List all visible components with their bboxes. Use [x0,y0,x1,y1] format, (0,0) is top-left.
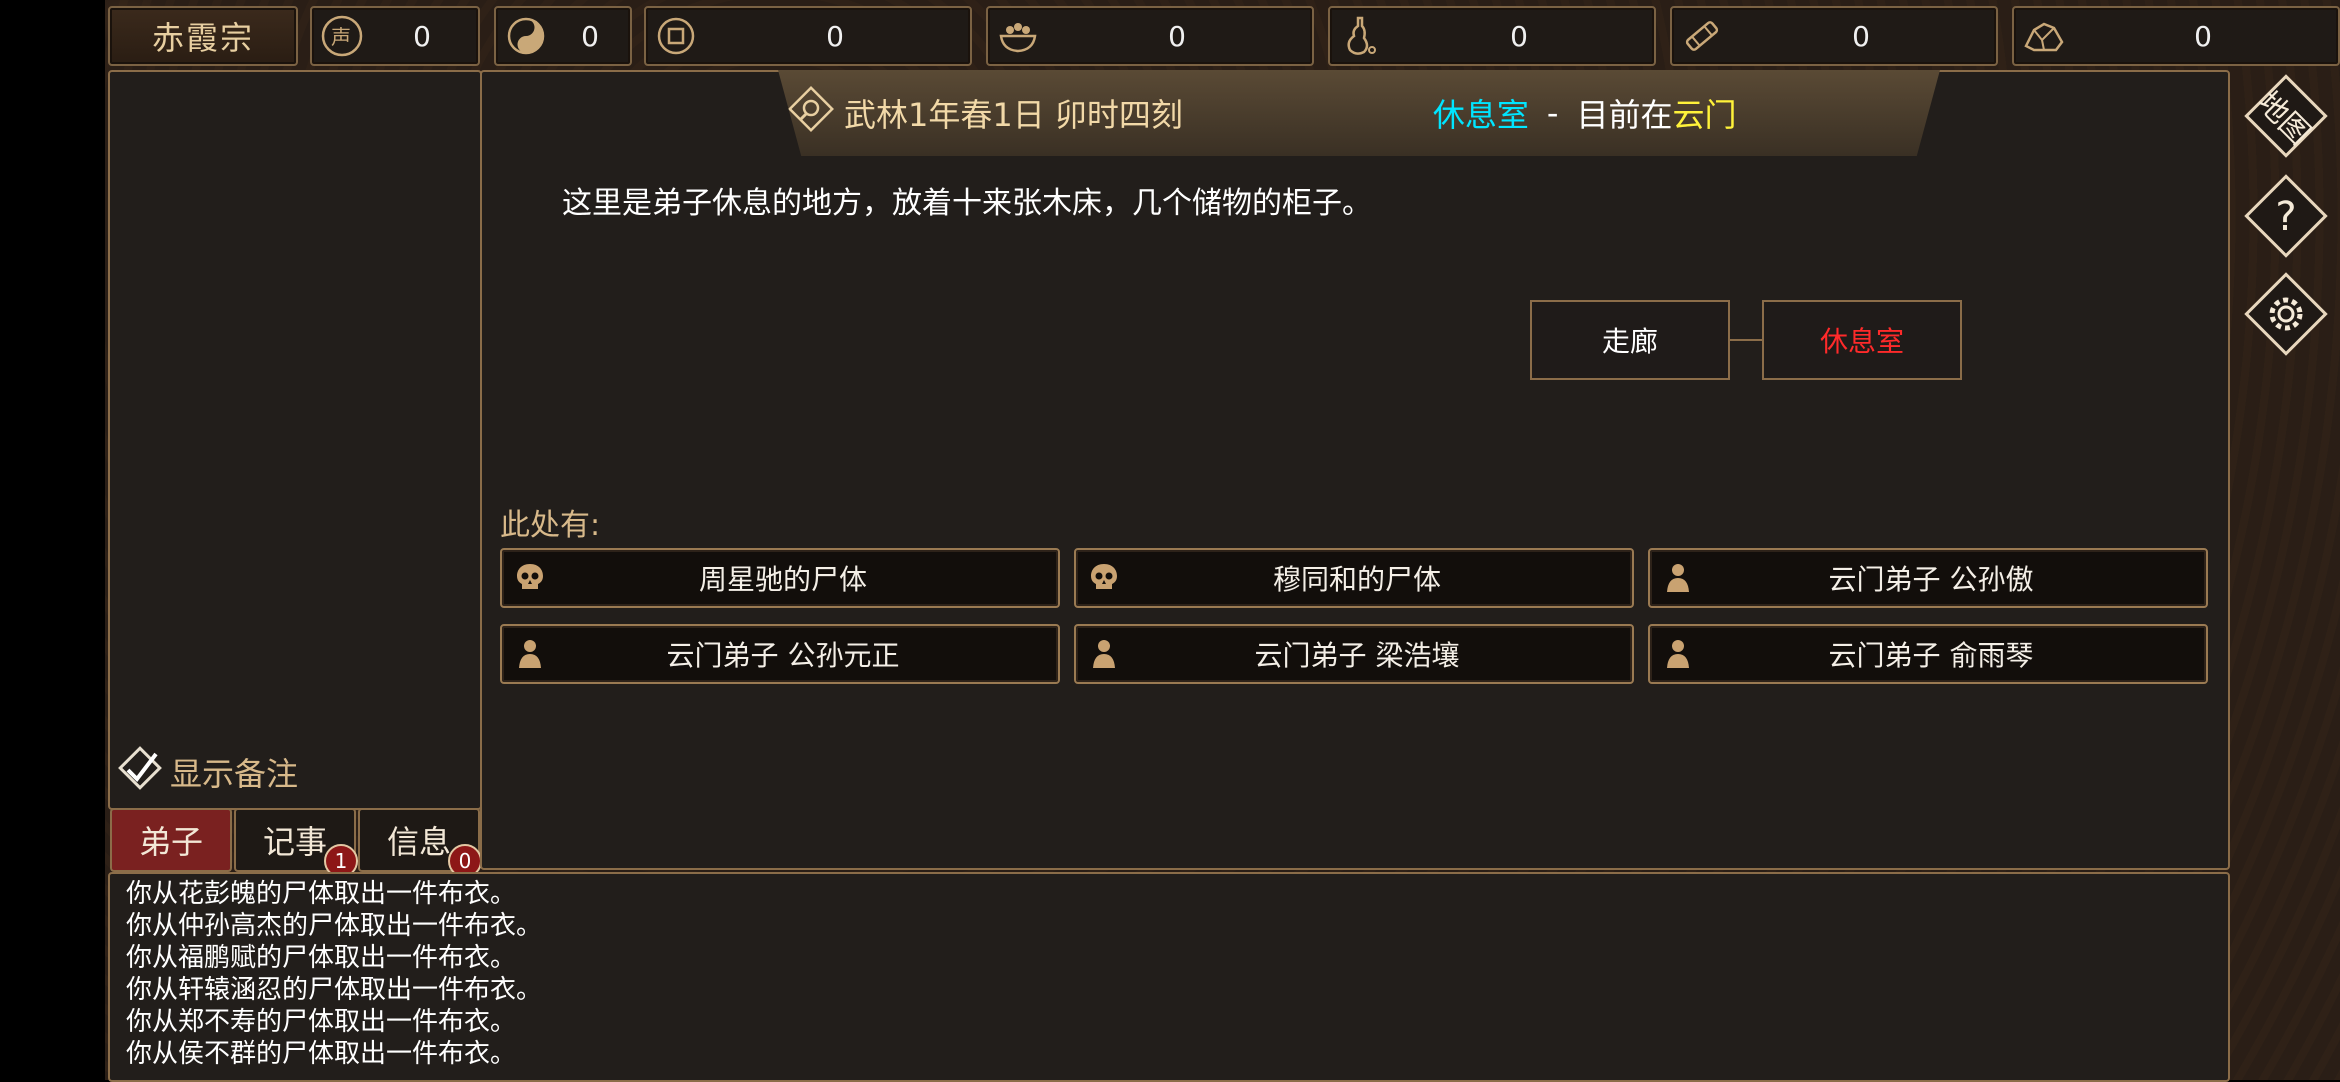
person-icon [1082,632,1126,676]
sect-name-button[interactable]: 赤霞宗 [108,6,298,66]
current-room-name: 休息室 [1432,96,1529,134]
gourd-value: 0 [1510,19,1528,53]
entity-label: 云门弟子 俞雨琴 [1828,639,2034,672]
scroll-icon [1678,12,1726,60]
entity-button[interactable]: 周星驰的尸体 [500,548,1060,608]
entity-label: 云门弟子 公孙傲 [1828,563,2034,596]
gear-icon [2244,272,2328,356]
map-room-corridor-label: 走廊 [1601,325,1658,358]
resource-bar: 赤霞宗 声 0 0 0 0 0 0 0 [108,6,2340,66]
sect-name: 赤霞宗 [151,19,254,57]
skull-icon [508,556,552,600]
person-icon [1656,556,1700,600]
reputation-value: 0 [413,19,431,53]
show-notes-toggle[interactable]: 显示备注 [118,746,299,794]
food-stat[interactable]: 0 [986,6,1314,66]
tab-disciples-label: 弟子 [138,823,203,861]
reputation-stat[interactable]: 声 0 [310,6,480,66]
log-line: 你从轩辕涵忍的尸体取出一件布衣。 [126,975,543,1005]
log-line: 你从郑不寿的尸体取出一件布衣。 [126,1007,517,1037]
person-icon [1656,632,1700,676]
show-notes-label: 显示备注 [170,755,299,793]
log-line: 你从侯不群的尸体取出一件布衣。 [126,1039,517,1069]
header-separator: - [1546,94,1559,132]
map-room-current[interactable]: 休息室 [1762,300,1962,380]
location-prefix: 目前在 [1576,96,1673,134]
svg-text:?: ? [2275,194,2296,240]
gourd-stat[interactable]: 0 [1328,6,1656,66]
yin-yang-icon [502,12,550,60]
entity-label: 周星驰的尸体 [698,563,867,596]
tab-messages[interactable]: 信息 0 [358,808,482,878]
map-room-corridor[interactable]: 走廊 [1530,300,1730,380]
disciple-list-panel[interactable] [108,70,482,810]
location-header: 武林1年春1日 卯时四刻 休息室 - 目前在 云门 [778,70,1940,156]
tab-records-label: 记事 [262,823,327,861]
entity-label: 云门弟子 公孙元正 [666,639,900,672]
coin-value: 0 [826,19,844,53]
food-value: 0 [1168,19,1186,53]
map-room-current-label: 休息室 [1819,325,1904,358]
log-line: 你从花彭魄的尸体取出一件布衣。 [126,879,517,909]
tab-messages-label: 信息 [386,823,451,861]
entity-button[interactable]: 云门弟子 公孙傲 [1648,548,2208,608]
gourd-icon [1336,12,1384,60]
room-description: 这里是弟子休息的地方，放着十来张木床，几个储物的柜子。 [562,186,1372,221]
reputation-icon: 声 [318,12,366,60]
map-connector [1728,339,1762,341]
game-date: 武林1年春1日 卯时四刻 [844,96,1183,134]
tab-disciples[interactable]: 弟子 [110,808,232,872]
ore-stat[interactable]: 0 [2012,6,2340,66]
map-button[interactable]: 地图 [2242,72,2330,160]
coin-stat[interactable]: 0 [644,6,972,66]
entity-button[interactable]: 云门弟子 俞雨琴 [1648,624,2208,684]
log-line: 你从福鹏赋的尸体取出一件布衣。 [126,943,517,973]
entity-button[interactable]: 穆同和的尸体 [1074,548,1634,608]
ore-icon [2020,12,2068,60]
svg-text:声: 声 [331,25,351,49]
person-icon [508,632,552,676]
help-button[interactable]: ? [2242,172,2330,260]
tab-records[interactable]: 记事 1 [234,808,358,878]
current-sect-location: 云门 [1672,96,1737,134]
message-log[interactable]: 你从花彭魄的尸体取出一件布衣。 你从仲孙高杰的尸体取出一件布衣。 你从福鹏赋的尸… [108,872,2230,1082]
yin-yang-stat[interactable]: 0 [494,6,632,66]
entity-button[interactable]: 云门弟子 公孙元正 [500,624,1060,684]
help-icon: ? [2244,174,2328,258]
entity-button[interactable]: 云门弟子 梁浩壤 [1074,624,1634,684]
log-line: 你从仲孙高杰的尸体取出一件布衣。 [126,911,543,941]
here-list-label: 此处有: [500,508,601,543]
checkbox-checked-icon [118,746,162,798]
food-bowl-icon [994,12,1042,60]
entity-label: 穆同和的尸体 [1272,563,1441,596]
ore-value: 0 [2194,19,2212,53]
entity-label: 云门弟子 梁浩壤 [1254,639,1460,672]
scroll-value: 0 [1852,19,1870,53]
coin-icon [652,12,700,60]
settings-button[interactable] [2242,270,2330,358]
yin-yang-value: 0 [581,19,599,53]
scroll-stat[interactable]: 0 [1670,6,1998,66]
skull-icon [1082,556,1126,600]
